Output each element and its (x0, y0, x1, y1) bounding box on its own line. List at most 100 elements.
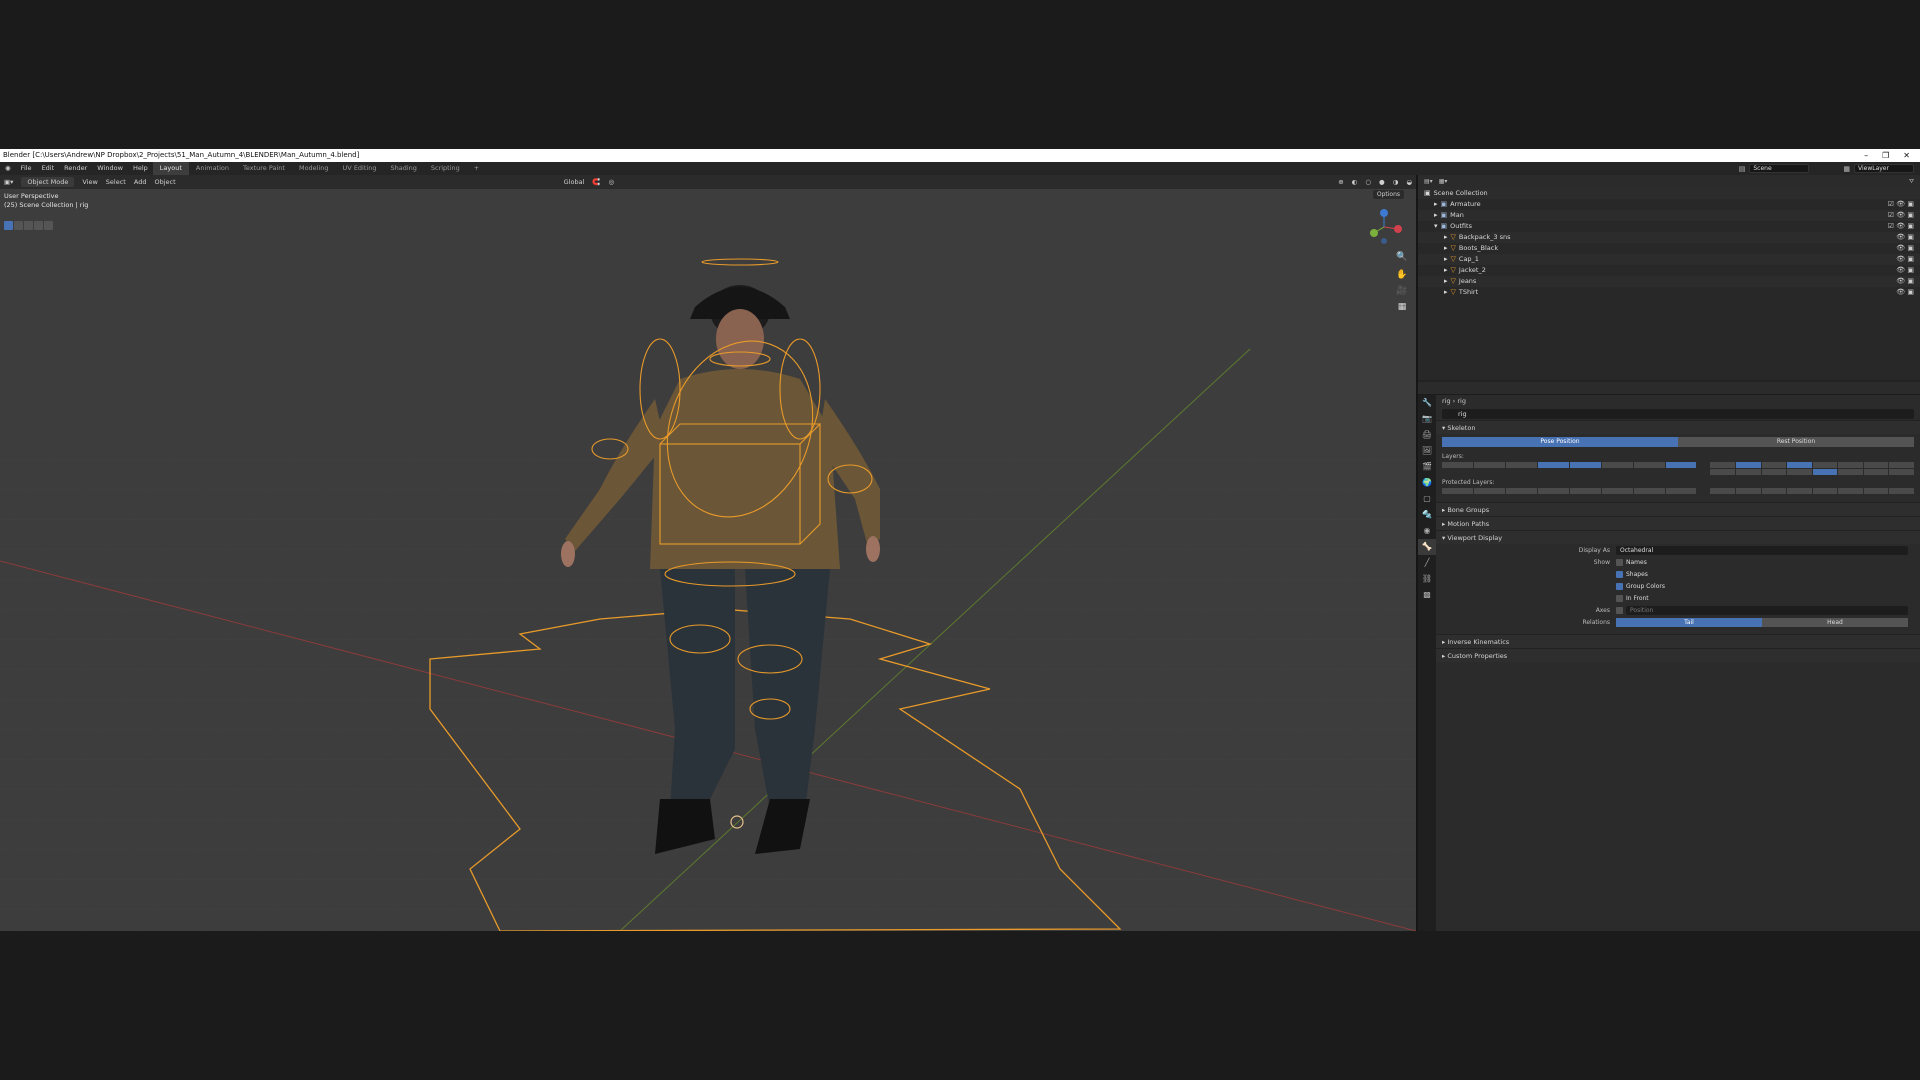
outliner-row[interactable]: ▸ ▽ Cap_1 👁 ▣ (1418, 254, 1920, 265)
tab-uv-editing[interactable]: UV Editing (336, 162, 384, 175)
add-workspace-button[interactable]: + (467, 162, 486, 175)
menu-object[interactable]: Object (150, 178, 179, 186)
menu-file[interactable]: File (16, 162, 37, 175)
menu-edit[interactable]: Edit (37, 162, 60, 175)
shapes-checkbox[interactable] (1616, 570, 1623, 578)
visibility-icons[interactable]: ☑ 👁 ▣ (1888, 221, 1914, 232)
menu-add[interactable]: Add (130, 178, 151, 186)
tab-texture-paint[interactable]: Texture Paint (236, 162, 292, 175)
transform-orientation[interactable]: Global (560, 178, 589, 186)
object-tab-icon[interactable]: ▢ (1418, 491, 1436, 507)
select-subtract-icon[interactable] (24, 221, 33, 230)
group-colors-checkbox[interactable] (1616, 582, 1623, 590)
texture-tab-icon[interactable]: ▩ (1418, 587, 1436, 603)
rest-position-button[interactable]: Rest Position (1678, 437, 1914, 447)
snap-icon[interactable]: 🧲 (588, 178, 604, 186)
physics-tab-icon[interactable]: ◉ (1418, 523, 1436, 539)
visibility-icons[interactable]: 👁 ▣ (1896, 265, 1914, 276)
proportional-edit-icon[interactable]: ◎ (604, 178, 618, 186)
scene-tab-icon[interactable]: 🎬 (1418, 459, 1436, 475)
axes-position-field[interactable]: Position (1626, 605, 1908, 615)
visibility-icons[interactable]: 👁 ▣ (1896, 232, 1914, 243)
tool-tab-icon[interactable]: 🔧 (1418, 395, 1436, 411)
blender-logo-icon[interactable]: ◉ (0, 162, 16, 175)
visibility-icons[interactable]: 👁 ▣ (1896, 243, 1914, 254)
visibility-icons[interactable]: ☑ 👁 ▣ (1888, 199, 1914, 210)
outliner-row[interactable]: ▸ ▽ Jacket_2 👁 ▣ (1418, 265, 1920, 276)
bone-constraint-tab-icon[interactable]: ⛓ (1418, 571, 1436, 587)
shading-wireframe-icon[interactable]: ○ (1361, 178, 1375, 186)
tab-scripting[interactable]: Scripting (424, 162, 467, 175)
custom-properties-panel-header[interactable]: ▸ Custom Properties (1436, 648, 1920, 662)
visibility-icons[interactable]: ☑ 👁 ▣ (1888, 210, 1914, 221)
camera-icon[interactable]: 🎥 (1396, 285, 1408, 297)
scene-field[interactable]: Scene (1749, 164, 1810, 173)
motion-paths-panel-header[interactable]: ▸ Motion Paths (1436, 516, 1920, 530)
display-as-dropdown[interactable]: Octahedral (1616, 545, 1908, 555)
ortho-toggle-icon[interactable]: ▦ (1396, 301, 1408, 313)
expand-arrow-icon[interactable]: ▸ (1444, 276, 1448, 287)
menu-select[interactable]: Select (102, 178, 130, 186)
armature-data-tab-icon[interactable]: 🦴 (1418, 539, 1436, 555)
menu-render[interactable]: Render (59, 162, 92, 175)
navigation-gizmo[interactable] (1364, 207, 1404, 247)
world-tab-icon[interactable]: 🌍 (1418, 475, 1436, 491)
view-layer-tab-icon[interactable]: 🖼 (1418, 443, 1436, 459)
visibility-icons[interactable]: 👁 ▣ (1896, 254, 1914, 265)
in-front-checkbox[interactable] (1616, 594, 1623, 602)
expand-arrow-icon[interactable]: ▸ (1444, 243, 1448, 254)
tab-shading[interactable]: Shading (383, 162, 423, 175)
editor-type-icon[interactable]: ▣▾ (0, 178, 17, 186)
3d-viewport[interactable]: User Perspective (25) Scene Collection |… (0, 189, 1416, 931)
overlay-toggle-icon[interactable]: ◐ (1348, 178, 1362, 186)
names-checkbox[interactable] (1616, 558, 1623, 566)
outliner-row[interactable]: ▸ ▽ Jeans 👁 ▣ (1418, 276, 1920, 287)
tab-layout[interactable]: Layout (152, 162, 189, 175)
outliner-row[interactable]: ▸ ▣ Man ☑ 👁 ▣ (1418, 210, 1920, 221)
minimize-icon[interactable]: – (1864, 149, 1868, 162)
visibility-icons[interactable]: 👁 ▣ (1896, 287, 1914, 298)
options-button[interactable]: Options (1372, 190, 1404, 199)
outliner-row[interactable]: ▾ ▣ Outfits ☑ 👁 ▣ (1418, 221, 1920, 232)
pan-hand-icon[interactable]: ✋ (1396, 269, 1408, 281)
select-intersect-icon[interactable] (44, 221, 53, 230)
shading-material-icon[interactable]: ◑ (1389, 178, 1403, 186)
tab-modeling[interactable]: Modeling (292, 162, 336, 175)
filter-icon[interactable]: ⛛ (1909, 178, 1914, 186)
skeleton-panel-header[interactable]: ▾ Skeleton (1436, 420, 1920, 434)
pose-position-button[interactable]: Pose Position (1442, 437, 1678, 447)
outliner-row[interactable]: ▸ ▽ Backpack_3 sns 👁 ▣ (1418, 232, 1920, 243)
bone-tab-icon[interactable]: ╱ (1418, 555, 1436, 571)
expand-arrow-icon[interactable]: ▸ (1434, 199, 1438, 210)
mode-selector[interactable]: Object Mode (21, 177, 75, 187)
outliner-row[interactable]: ▸ ▣ Armature ☑ 👁 ▣ (1418, 199, 1920, 210)
expand-arrow-icon[interactable]: ▸ (1434, 210, 1438, 221)
axes-checkbox[interactable] (1616, 606, 1623, 614)
outliner-row[interactable]: ▸ ▽ TShirt 👁 ▣ (1418, 287, 1920, 298)
select-box-icon[interactable] (4, 221, 13, 230)
gizmo-toggle-icon[interactable]: ⊕ (1334, 178, 1347, 186)
display-mode-icon[interactable]: ▦▾ (1439, 178, 1448, 185)
view-layer-field[interactable]: ViewLayer (1854, 164, 1914, 173)
armature-name-field[interactable]: rig (1442, 409, 1914, 419)
expand-arrow-icon[interactable]: ▾ (1434, 221, 1438, 232)
shading-rendered-icon[interactable]: ◒ (1402, 178, 1416, 186)
inverse-kinematics-panel-header[interactable]: ▸ Inverse Kinematics (1436, 634, 1920, 648)
select-extend-icon[interactable] (14, 221, 23, 230)
outliner-row[interactable]: ▸ ▽ Boots_Black 👁 ▣ (1418, 243, 1920, 254)
tail-button[interactable]: Tail (1616, 617, 1762, 627)
output-tab-icon[interactable]: 🖨 (1418, 427, 1436, 443)
bone-groups-panel-header[interactable]: ▸ Bone Groups (1436, 502, 1920, 516)
maximize-icon[interactable]: ❐ (1882, 149, 1889, 162)
select-invert-icon[interactable] (34, 221, 43, 230)
expand-arrow-icon[interactable]: ▸ (1444, 265, 1448, 276)
render-tab-icon[interactable]: 📷 (1418, 411, 1436, 427)
zoom-icon[interactable]: 🔍 (1396, 251, 1408, 263)
outliner-row[interactable]: ▣ Scene Collection (1418, 188, 1920, 199)
expand-arrow-icon[interactable]: ▸ (1444, 254, 1448, 265)
menu-window[interactable]: Window (92, 162, 128, 175)
visibility-icons[interactable]: 👁 ▣ (1896, 276, 1914, 287)
tab-animation[interactable]: Animation (189, 162, 236, 175)
shading-solid-icon[interactable]: ● (1375, 178, 1389, 186)
outliner-editor-icon[interactable]: ▤▾ (1424, 178, 1433, 185)
